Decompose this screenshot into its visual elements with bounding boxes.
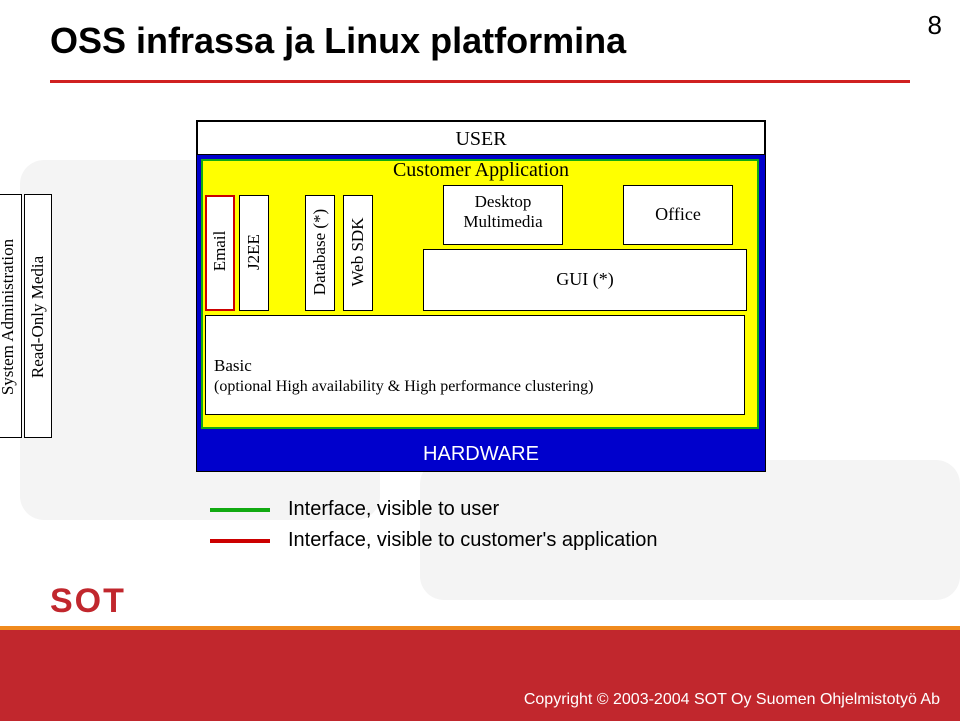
- architecture-diagram: USER Customer Application Basic (optiona…: [196, 120, 766, 472]
- slide-title: OSS infrassa ja Linux platformina: [50, 20, 626, 62]
- customer-application-label: Customer Application: [197, 159, 765, 182]
- copyright-text: Copyright © 2003-2004 SOT Oy Suomen Ohje…: [524, 691, 940, 709]
- user-layer: USER: [197, 121, 765, 155]
- desktop-multimedia-box: Desktop Multimedia: [443, 185, 563, 245]
- column-label: Database (*): [310, 209, 330, 295]
- legend-label: Interface, visible to customer's applica…: [288, 529, 658, 552]
- column-label: System Administration: [0, 239, 18, 395]
- page-number: 8: [928, 10, 942, 41]
- legend: Interface, visible to user Interface, vi…: [210, 490, 658, 560]
- legend-row-user: Interface, visible to user: [210, 498, 658, 521]
- slide-page: OSS infrassa ja Linux platformina 8 Inst…: [0, 0, 960, 721]
- legend-label: Interface, visible to user: [288, 498, 499, 521]
- column-email: Email: [205, 195, 235, 311]
- footer-band: Copyright © 2003-2004 SOT Oy Suomen Ohje…: [0, 626, 960, 721]
- middle-columns: Basic (optional High availability & High…: [205, 195, 755, 429]
- right-cluster: GUI (*) Desktop Multimedia Office: [423, 195, 747, 311]
- column-label: Email: [210, 231, 230, 272]
- column-label: Read-Only Media: [28, 256, 48, 378]
- column-system-administration: System Administration: [0, 194, 22, 438]
- legend-row-customer: Interface, visible to customer's applica…: [210, 529, 658, 552]
- hardware-layer: HARDWARE: [197, 437, 765, 471]
- footer-separator: [0, 626, 960, 630]
- office-box: Office: [623, 185, 733, 245]
- column-label: J2EE: [244, 234, 264, 270]
- column-label: Web SDK: [348, 218, 368, 287]
- column-j2ee: J2EE: [239, 195, 269, 311]
- basic-layer: Basic (optional High availability & High…: [205, 315, 745, 415]
- title-underline: [50, 80, 910, 83]
- legend-swatch-red: [210, 539, 270, 543]
- column-read-only-media: Read-Only Media: [24, 194, 52, 438]
- legend-swatch-green: [210, 508, 270, 512]
- left-column-group: Installer System Administration Read-Onl…: [76, 194, 194, 440]
- basic-title: Basic: [214, 356, 252, 376]
- user-label: USER: [198, 122, 764, 156]
- column-database: Database (*): [305, 195, 335, 311]
- basic-subtitle: (optional High availability & High perfo…: [214, 378, 593, 396]
- column-web-sdk: Web SDK: [343, 195, 373, 311]
- brand-logo: SOT: [50, 582, 126, 621]
- gui-layer: GUI (*): [423, 249, 747, 311]
